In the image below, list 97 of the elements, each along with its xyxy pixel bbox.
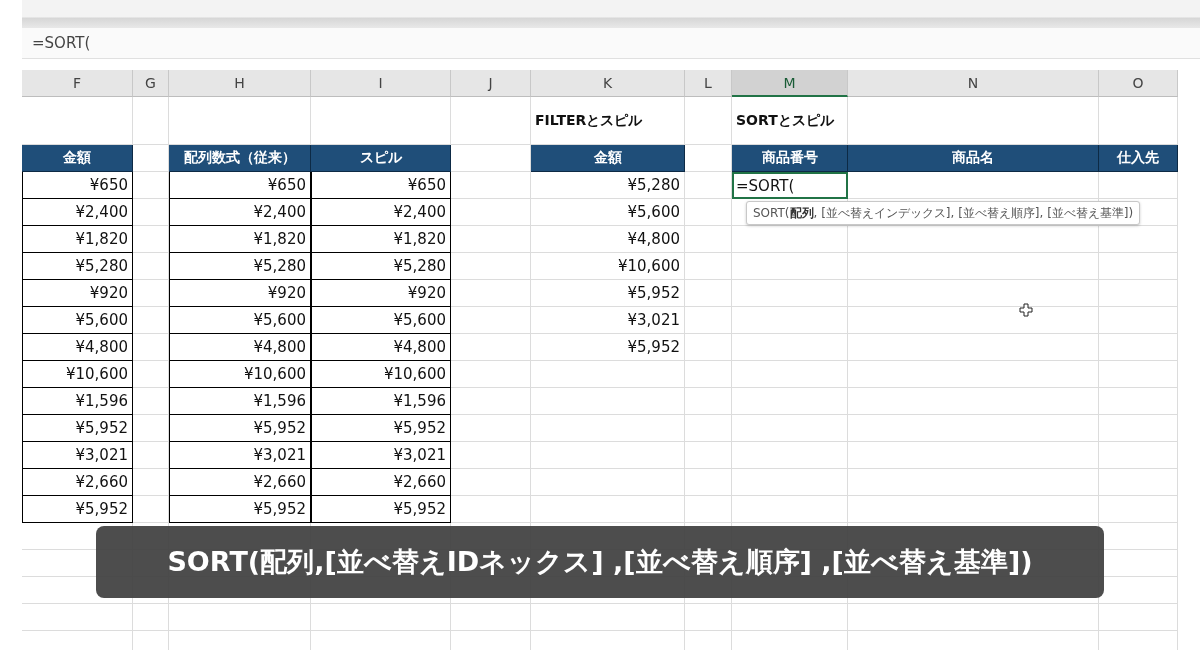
table-cell: ¥650 [22,172,133,199]
table-cell: ¥1,596 [169,388,311,415]
table-cell: ¥920 [22,280,133,307]
empty-cell [133,226,169,253]
table-cell: ¥3,021 [311,442,451,469]
empty-cell [133,253,169,280]
table-cell: ¥10,600 [531,253,685,280]
table-cell: ¥3,021 [169,442,311,469]
table-cell: ¥2,400 [22,199,133,226]
table-cell: ¥1,820 [22,226,133,253]
caption-text: SORT(配列,[並べ替えIDネックス] ,[並べ替え順序] ,[並べ替え基準]) [96,526,1104,598]
empty-cell [685,415,732,442]
table-cell: ¥1,596 [22,388,133,415]
empty-cell [133,334,169,361]
column-header[interactable]: J [451,70,531,97]
table-cell: ¥5,952 [311,415,451,442]
column-header[interactable]: H [169,70,311,97]
table-cell: ¥650 [311,172,451,199]
table-cell: ¥2,400 [169,199,311,226]
empty-cell [685,496,732,523]
table-cell: ¥3,021 [22,442,133,469]
empty-cell [685,199,732,226]
table-cell: ¥920 [169,280,311,307]
empty-cell [133,442,169,469]
empty-cell [685,253,732,280]
empty-cell [685,280,732,307]
empty-cell [685,307,732,334]
empty-cell [133,415,169,442]
table-cell: ¥920 [311,280,451,307]
table-cell: ¥5,952 [169,496,311,523]
formula-bar[interactable]: =SORT( [22,28,1200,59]
table-cell: ¥10,600 [311,361,451,388]
empty-cell [685,442,732,469]
cell-cursor-icon [1019,303,1033,317]
table-cell: ¥2,660 [22,469,133,496]
table-cell: ¥5,280 [531,172,685,199]
formula-text: =SORT( [32,34,91,52]
empty-cell [133,172,169,199]
table-cell: ¥10,600 [169,361,311,388]
empty-cell [685,361,732,388]
table-cell: ¥4,800 [22,334,133,361]
table-cell: ¥5,600 [531,199,685,226]
table-header: スピル [311,145,451,172]
table-cell: ¥2,660 [169,469,311,496]
empty-cell [133,361,169,388]
table-cell: ¥5,280 [169,253,311,280]
table-cell: ¥2,400 [311,199,451,226]
empty-cell [133,604,169,631]
table-cell: ¥5,600 [311,307,451,334]
table-cell: ¥4,800 [311,334,451,361]
table-cell: ¥5,600 [169,307,311,334]
table-cell: ¥1,820 [169,226,311,253]
table-header: 仕入先 [1099,145,1178,172]
column-header[interactable]: N [848,70,1099,97]
column-header[interactable]: F [22,70,133,97]
empty-cell [133,469,169,496]
table-cell: ¥650 [169,172,311,199]
active-cell[interactable]: =SORT( [732,172,848,199]
empty-cell [685,226,732,253]
empty-cell [685,388,732,415]
empty-cell [685,604,732,631]
table-cell: ¥5,952 [22,415,133,442]
empty-cell [685,172,732,199]
column-header[interactable]: G [133,70,169,97]
table-cell: ¥5,952 [22,496,133,523]
table-header: 金額 [22,145,133,172]
table-cell: ¥1,596 [311,388,451,415]
table-header: 配列数式（従来） [169,145,311,172]
function-tooltip: SORT(配列, [並べ替えインデックス], [並べ替え順序], [並べ替え基準]) [746,201,1141,225]
table-cell: ¥1,820 [311,226,451,253]
empty-cell [685,334,732,361]
table-cell: ¥5,280 [22,253,133,280]
column-header[interactable]: I [311,70,451,97]
column-header[interactable]: O [1099,70,1178,97]
empty-cell [133,496,169,523]
empty-cell [133,199,169,226]
table-cell: ¥5,600 [22,307,133,334]
column-header[interactable]: L [685,70,732,97]
table-header: 商品番号 [732,145,848,172]
table-cell: ¥10,600 [22,361,133,388]
table-cell: ¥5,952 [169,415,311,442]
table-cell: ¥4,800 [169,334,311,361]
empty-cell [133,307,169,334]
table-cell: ¥3,021 [531,307,685,334]
table-cell: ¥5,952 [531,334,685,361]
table-cell: ¥5,952 [311,496,451,523]
table-cell: ¥4,800 [531,226,685,253]
table-cell: ¥5,280 [311,253,451,280]
table-cell: ¥2,660 [311,469,451,496]
column-header[interactable]: K [531,70,685,97]
column-header[interactable]: M [732,70,848,97]
table-header: 金額 [531,145,685,172]
empty-cell [133,280,169,307]
table-header: 商品名 [848,145,1099,172]
table-cell: ¥5,952 [531,280,685,307]
empty-cell [133,388,169,415]
empty-cell [685,469,732,496]
